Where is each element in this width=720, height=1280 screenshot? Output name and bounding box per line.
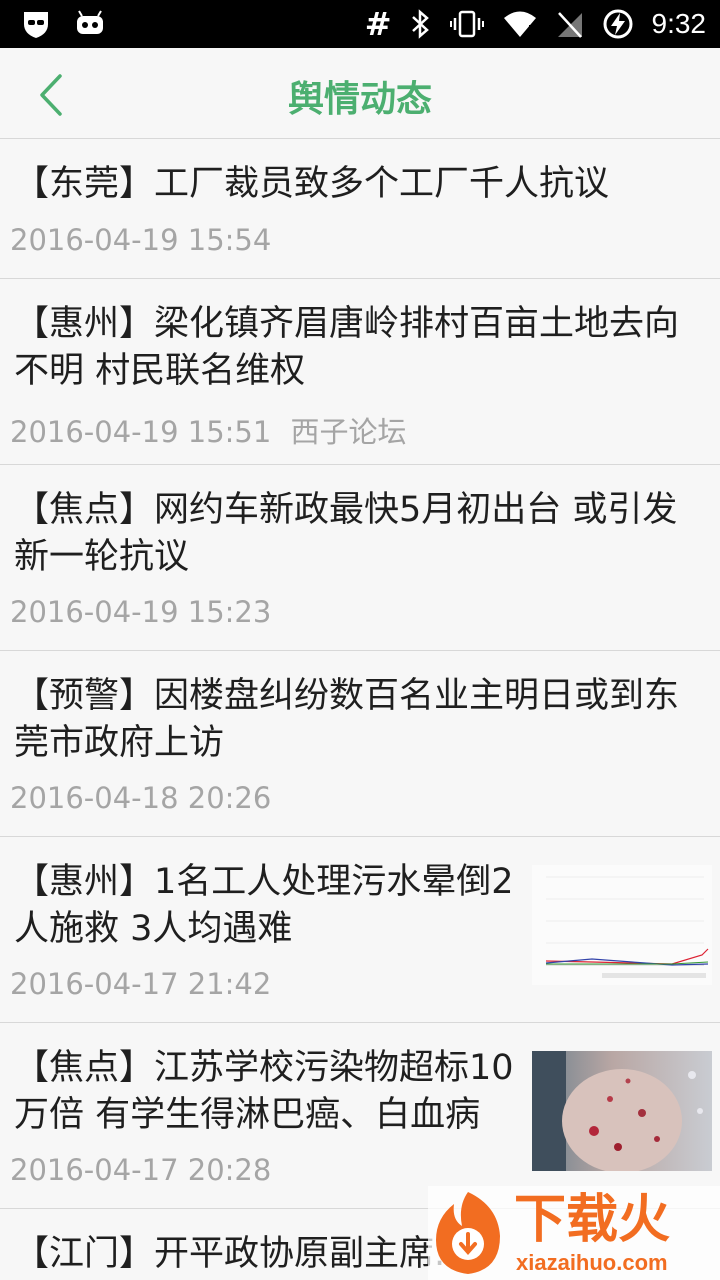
status-time: 9:32 bbox=[651, 8, 707, 39]
news-date: 2016-04-19 15:54 bbox=[10, 223, 272, 257]
news-date: 2016-04-17 20:28 bbox=[10, 1153, 272, 1187]
privacy-mask-icon bbox=[24, 12, 48, 38]
watermark-logo: 下载火 xiazaihuo.com bbox=[428, 1186, 720, 1280]
news-item[interactable]: 【惠州】1名工人处理污水晕倒2人施救 3人均遇难 2016-04-17 21:4… bbox=[0, 837, 720, 1023]
news-meta: 2016-04-17 21:42 bbox=[10, 967, 271, 1001]
page-title: 舆情动态 bbox=[287, 79, 432, 120]
news-item[interactable]: 【焦点】江苏学校污染物超标10万倍 有学生得淋巴癌、白血病 2016-04-17… bbox=[0, 1023, 720, 1209]
news-item[interactable]: 【焦点】网约车新政最快5月初出台 或引发新一轮抗议 2016-04-19 15:… bbox=[0, 465, 720, 651]
hash-icon: # bbox=[364, 5, 392, 43]
news-date: 2016-04-18 20:26 bbox=[10, 781, 272, 815]
news-headline: 【东莞】工厂裁员致多个工厂千人抗议 bbox=[14, 164, 610, 204]
android-debug-icon bbox=[77, 10, 103, 34]
news-item[interactable]: 【预警】因楼盘纠纷数百名业主明日或到东莞市政府上访 2016-04-18 20:… bbox=[0, 651, 720, 837]
news-item[interactable]: 【惠州】梁化镇齐眉唐岭排村百亩土地去向不明 村民联名维权 2016-04-19 … bbox=[0, 279, 720, 465]
news-meta: 2016-04-18 20:26 bbox=[10, 781, 271, 815]
status-bar: # 9:32 bbox=[0, 0, 720, 48]
no-signal-icon bbox=[557, 12, 582, 38]
battery-charging-icon bbox=[603, 9, 632, 39]
news-headline: 【预警】因楼盘纠纷数百名业主明日或到东莞市政府上访 bbox=[14, 676, 680, 763]
news-thumbnail bbox=[532, 865, 712, 985]
vibrate-icon bbox=[449, 10, 484, 38]
news-source: 西子论坛 bbox=[290, 415, 407, 449]
news-list: 【东莞】工厂裁员致多个工厂千人抗议 2016-04-19 15:54 【惠州】梁… bbox=[0, 139, 720, 1280]
news-headline: 【焦点】网约车新政最快5月初出台 或引发新一轮抗议 bbox=[14, 490, 678, 577]
news-headline: 【焦点】江苏学校污染物超标10万倍 有学生得淋巴癌、白血病 bbox=[14, 1048, 514, 1135]
watermark-url: xiazaihuo.com bbox=[516, 1250, 668, 1275]
news-date: 2016-04-17 21:42 bbox=[10, 967, 272, 1001]
news-meta: 2016-04-17 20:28 bbox=[10, 1153, 271, 1187]
news-meta: 2016-04-19 15:54 bbox=[10, 223, 271, 257]
skin-rash-photo-thumbnail bbox=[532, 1051, 712, 1171]
news-thumbnail bbox=[532, 1051, 712, 1171]
wifi-icon bbox=[503, 11, 536, 37]
news-headline: 【惠州】梁化镇齐眉唐岭排村百亩土地去向不明 村民联名维权 bbox=[14, 304, 680, 391]
news-meta: 2016-04-19 15:51 西子论坛 bbox=[10, 409, 407, 451]
line-chart-thumbnail bbox=[532, 865, 712, 985]
watermark-text: 下载火 bbox=[514, 1190, 671, 1250]
bluetooth-icon bbox=[411, 9, 429, 39]
news-headline: 【惠州】1名工人处理污水晕倒2人施救 3人均遇难 bbox=[14, 862, 514, 949]
news-date: 2016-04-19 15:51 bbox=[10, 415, 272, 449]
top-bar: 舆情动态 bbox=[0, 48, 720, 139]
news-item[interactable]: 【东莞】工厂裁员致多个工厂千人抗议 2016-04-19 15:54 bbox=[0, 139, 720, 279]
news-date: 2016-04-19 15:23 bbox=[10, 595, 272, 629]
news-meta: 2016-04-19 15:23 bbox=[10, 595, 271, 629]
